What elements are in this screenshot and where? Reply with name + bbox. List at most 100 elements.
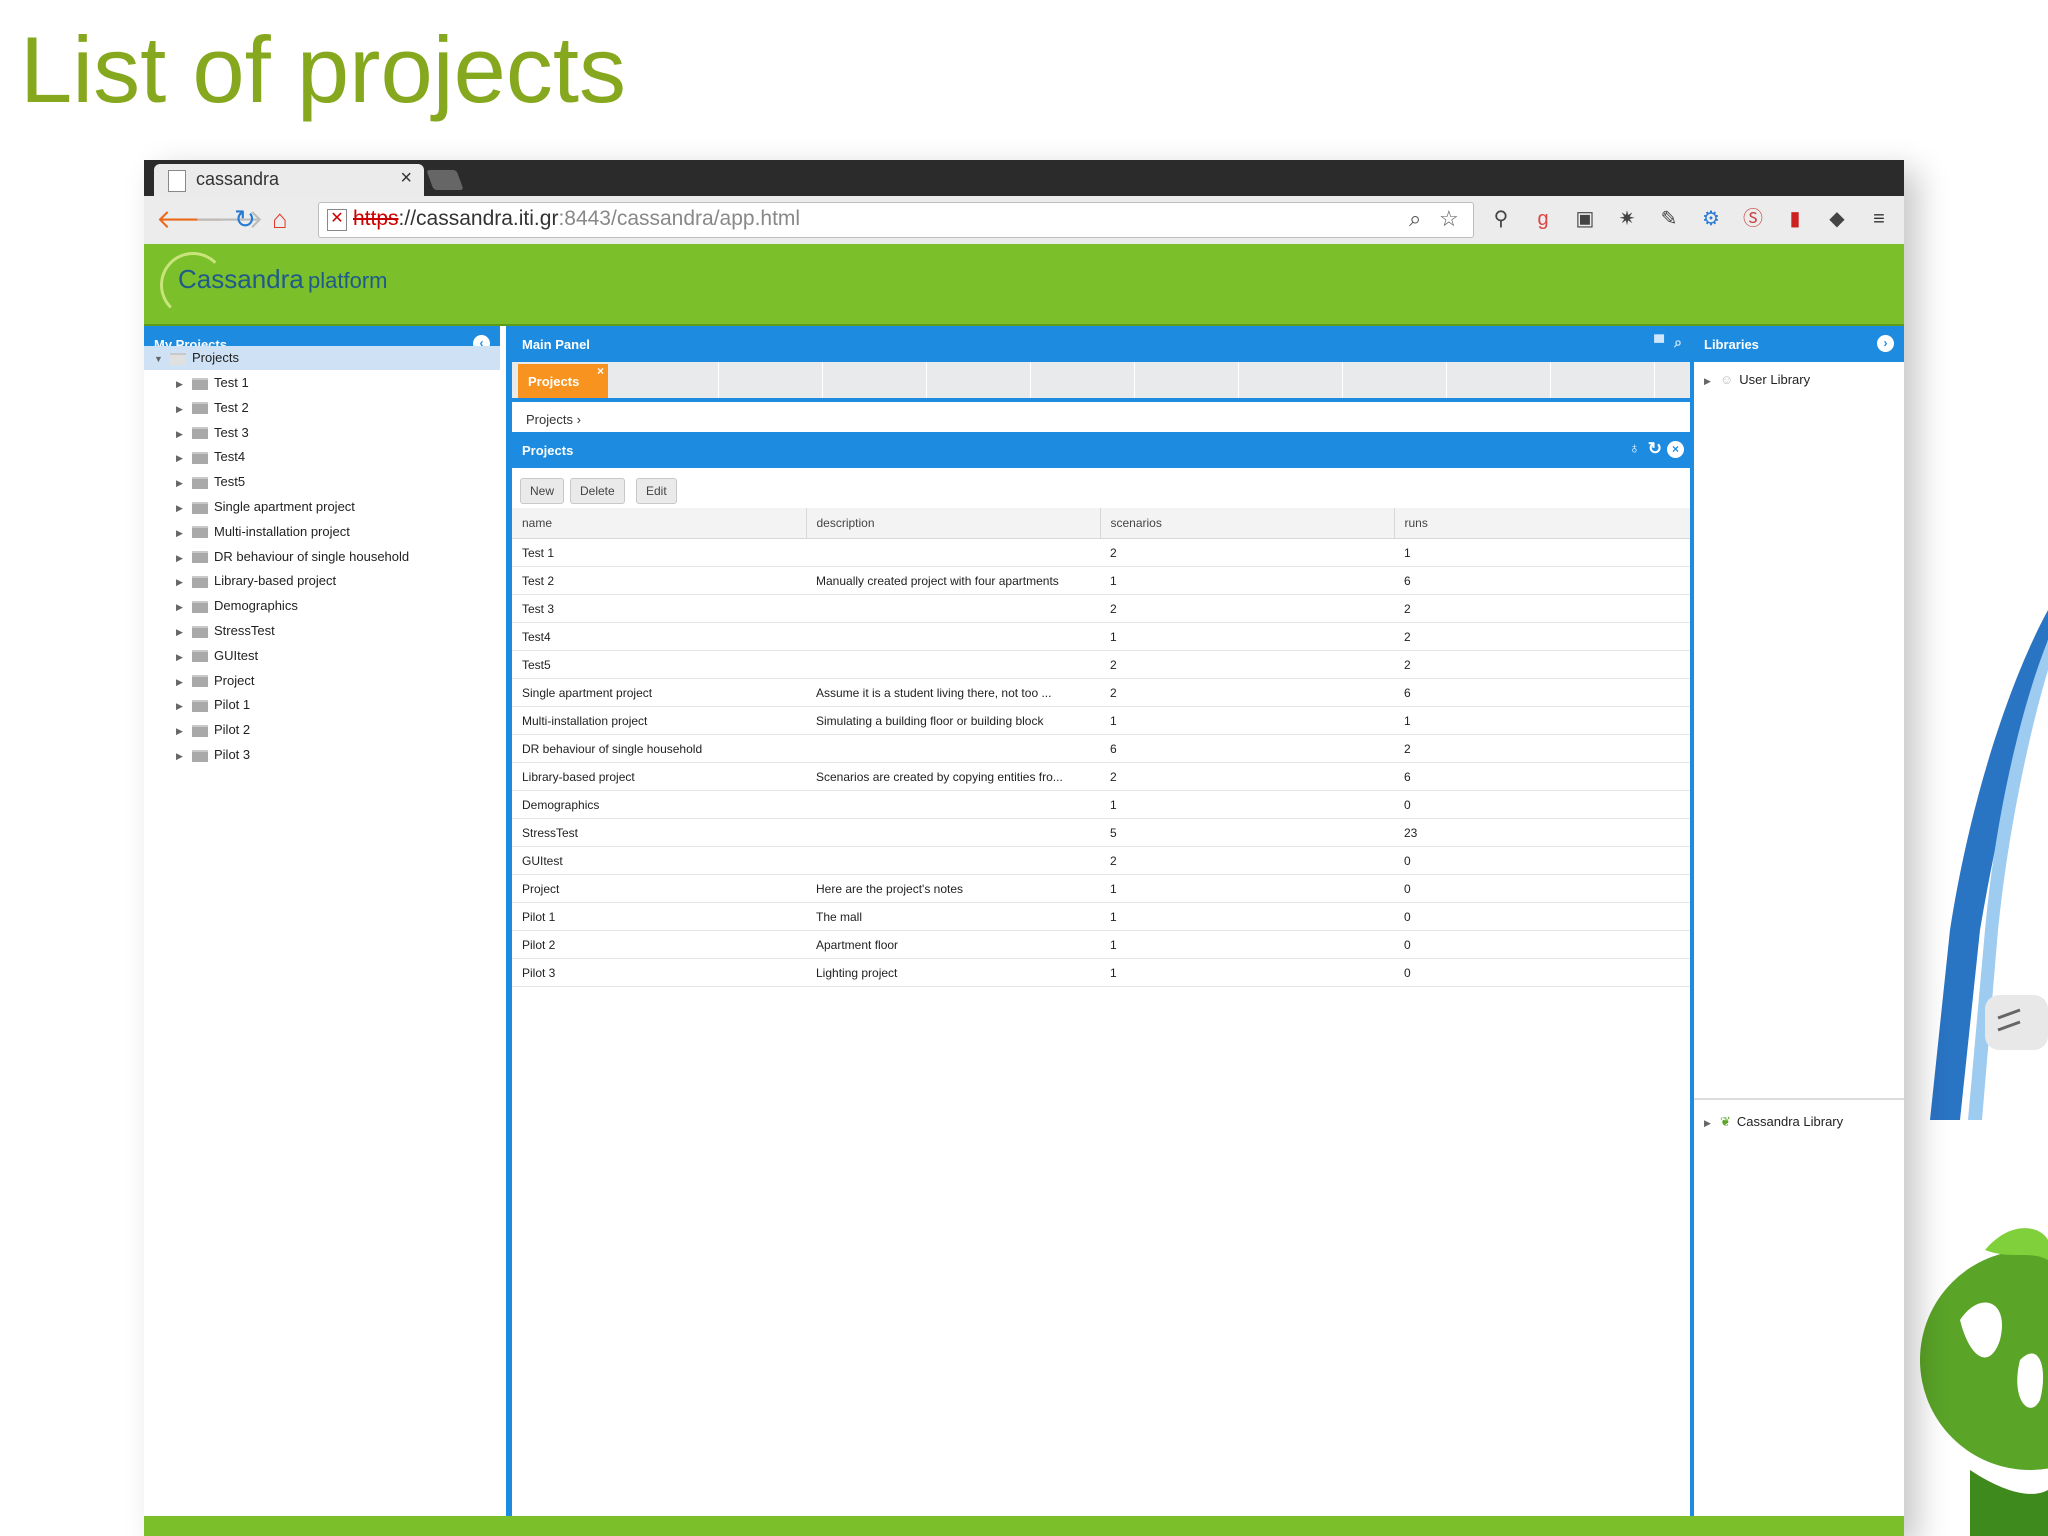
chat-icon[interactable]: ▀ <box>1654 334 1664 350</box>
grid-toolbar: New Delete Edit <box>512 468 1690 508</box>
tree-project-label: Multi-installation project <box>214 523 350 539</box>
table-row[interactable]: Multi-installation project Simulating a b… <box>512 706 1690 735</box>
table-row[interactable]: Single apartment project Assume it is a s… <box>512 678 1690 707</box>
table-row[interactable]: Test4 1 2 <box>512 622 1690 651</box>
tree-project-item[interactable]: ▶ Project <box>176 671 254 691</box>
tree-collapsed-icon[interactable]: ▶ <box>1704 1118 1712 1129</box>
folder-icon <box>192 427 208 440</box>
s-circle-icon[interactable]: Ⓢ <box>1740 206 1766 232</box>
column-header-scenarios[interactable]: scenarios <box>1100 508 1395 539</box>
tree-collapsed-icon[interactable]: ▶ <box>176 448 184 468</box>
tree-collapsed-icon[interactable]: ▶ <box>176 424 184 444</box>
extension-link-icon[interactable]: ⚲ <box>1488 206 1514 232</box>
home-icon[interactable]: ⌂ <box>272 204 288 234</box>
runs-cell: 23 <box>1394 818 1690 847</box>
column-header-name[interactable]: name <box>512 508 807 539</box>
table-row[interactable]: Test 2 Manually created project with four… <box>512 566 1690 595</box>
tree-collapsed-icon[interactable]: ▶ <box>176 721 184 741</box>
tree-project-item[interactable]: ▶ Test4 <box>176 447 245 467</box>
table-row[interactable]: DR behaviour of single household 6 2 <box>512 734 1690 763</box>
table-row[interactable]: Test 3 22 <box>512 594 1690 623</box>
folder-icon <box>192 526 208 539</box>
tree-collapsed-icon[interactable]: ▶ <box>176 399 184 419</box>
reload-icon[interactable]: ↻ <box>234 204 256 234</box>
tree-project-item[interactable]: ▶ Test 3 <box>176 423 249 443</box>
table-row[interactable]: Test 1 21 <box>512 538 1690 567</box>
table-row[interactable]: StressTest 5 23 <box>512 818 1690 847</box>
url-host: ://cassandra.iti.gr <box>398 207 559 230</box>
collapse-right-icon[interactable]: › <box>1877 335 1894 352</box>
search-icon[interactable]: ⌕ <box>1674 334 1682 351</box>
tree-project-item[interactable]: ▶ Test 1 <box>176 373 249 393</box>
new-tab-button[interactable] <box>426 170 464 190</box>
tree-expanded-icon[interactable]: ▼ <box>154 349 163 369</box>
table-row[interactable]: Demographics 1 0 <box>512 790 1690 819</box>
column-header-description[interactable]: description <box>806 508 1101 539</box>
tree-project-item[interactable]: ▶ Multi-installation project <box>176 522 350 542</box>
tree-collapsed-icon[interactable]: ▶ <box>176 622 184 642</box>
edit-button[interactable]: Edit <box>636 478 677 504</box>
tree-collapsed-icon[interactable]: ▶ <box>176 647 184 667</box>
close-grid-icon[interactable]: × <box>1667 441 1684 458</box>
column-header-runs[interactable]: runs <box>1394 508 1691 539</box>
tree-collapsed-icon[interactable]: ▶ <box>176 498 184 518</box>
screenshot-icon[interactable]: ▣ <box>1572 206 1598 232</box>
tree-collapsed-icon[interactable]: ▶ <box>176 523 184 543</box>
tree-collapsed-icon[interactable]: ▶ <box>176 696 184 716</box>
table-row[interactable]: Library-based project Scenarios are creat… <box>512 762 1690 791</box>
tree-project-item[interactable]: ▶ Test 2 <box>176 398 249 418</box>
wand-icon[interactable]: ✷ <box>1614 206 1640 232</box>
tree-project-item[interactable]: ▶ GUItest <box>176 646 258 666</box>
new-button[interactable]: New <box>520 478 565 504</box>
user-library-item[interactable]: ▶ ☺ User Library <box>1704 372 1810 387</box>
tree-project-label: StressTest <box>214 623 275 638</box>
tree-project-item[interactable]: ▶ Pilot 2 <box>176 720 250 740</box>
diamond-icon[interactable]: ◆ <box>1824 206 1850 232</box>
tree-project-item[interactable]: ▶ Single apartment project <box>176 497 355 517</box>
tree-project-item[interactable]: ▶ StressTest <box>176 621 275 641</box>
eyedropper-icon[interactable]: ✎ <box>1656 206 1682 232</box>
gear-badge-icon[interactable]: ⚙ <box>1698 206 1724 232</box>
tree-root-projects[interactable]: ▼ Projects <box>154 348 239 368</box>
page-icon <box>168 170 186 192</box>
cassandra-library-item[interactable]: ▶ ❦ Cassandra Library <box>1704 1114 1843 1130</box>
red-bookmark-icon[interactable]: ▮ <box>1782 206 1808 232</box>
table-row[interactable]: Pilot 3 Lighting project 1 0 <box>512 958 1690 987</box>
breadcrumb[interactable]: Projects › <box>526 412 581 427</box>
tab-close-icon[interactable]: × <box>400 167 412 190</box>
tree-project-item[interactable]: ▶ Pilot 3 <box>176 745 250 765</box>
drop-icon[interactable]: ♁ <box>1629 440 1640 457</box>
folder-icon <box>192 724 208 737</box>
tree-collapsed-icon[interactable]: ▶ <box>176 572 184 592</box>
table-row[interactable]: Pilot 1 The mall 1 0 <box>512 902 1690 931</box>
address-bar[interactable]: ✕ https://cassandra.iti.gr:8443/cassandr… <box>318 202 1474 238</box>
gplus-icon[interactable]: g <box>1530 206 1556 232</box>
tree-collapsed-icon[interactable]: ▶ <box>176 672 184 692</box>
scenarios-cell: 2 <box>1100 678 1394 707</box>
tree-collapsed-icon[interactable]: ▶ <box>176 374 184 394</box>
tree-project-item[interactable]: ▶ Demographics <box>176 596 298 616</box>
menu-icon[interactable]: ≡ <box>1866 206 1892 232</box>
table-row[interactable]: GUItest 2 0 <box>512 846 1690 875</box>
table-row[interactable]: Project Here are the project's notes 1 0 <box>512 874 1690 903</box>
table-row[interactable]: Test5 2 2 <box>512 650 1690 679</box>
tree-collapsed-icon[interactable]: ▶ <box>176 597 184 617</box>
delete-button[interactable]: Delete <box>570 478 625 504</box>
tree-collapsed-icon[interactable]: ▶ <box>176 548 184 568</box>
browser-tab[interactable]: cassandra × <box>154 164 424 196</box>
zoom-search-icon[interactable]: ⌕ <box>1409 206 1421 232</box>
tree-collapsed-icon[interactable]: ▶ <box>1704 376 1712 387</box>
table-row[interactable]: Pilot 2 Apartment floor 1 0 <box>512 930 1690 959</box>
refresh-icon[interactable]: ↻ <box>1648 439 1662 459</box>
tree-project-item[interactable]: ▶ DR behaviour of single household <box>176 547 409 567</box>
tab-projects[interactable]: Projects × <box>518 364 608 398</box>
folder-icon <box>192 575 208 588</box>
tab-close-icon[interactable]: × <box>597 364 604 378</box>
libraries-divider[interactable] <box>1694 1098 1904 1100</box>
tree-project-item[interactable]: ▶ Library-based project <box>176 571 336 591</box>
bookmark-star-icon[interactable]: ☆ <box>1439 206 1459 232</box>
tree-collapsed-icon[interactable]: ▶ <box>176 473 184 493</box>
tree-project-item[interactable]: ▶ Pilot 1 <box>176 695 250 715</box>
tree-collapsed-icon[interactable]: ▶ <box>176 746 184 766</box>
tree-project-item[interactable]: ▶ Test5 <box>176 472 245 492</box>
